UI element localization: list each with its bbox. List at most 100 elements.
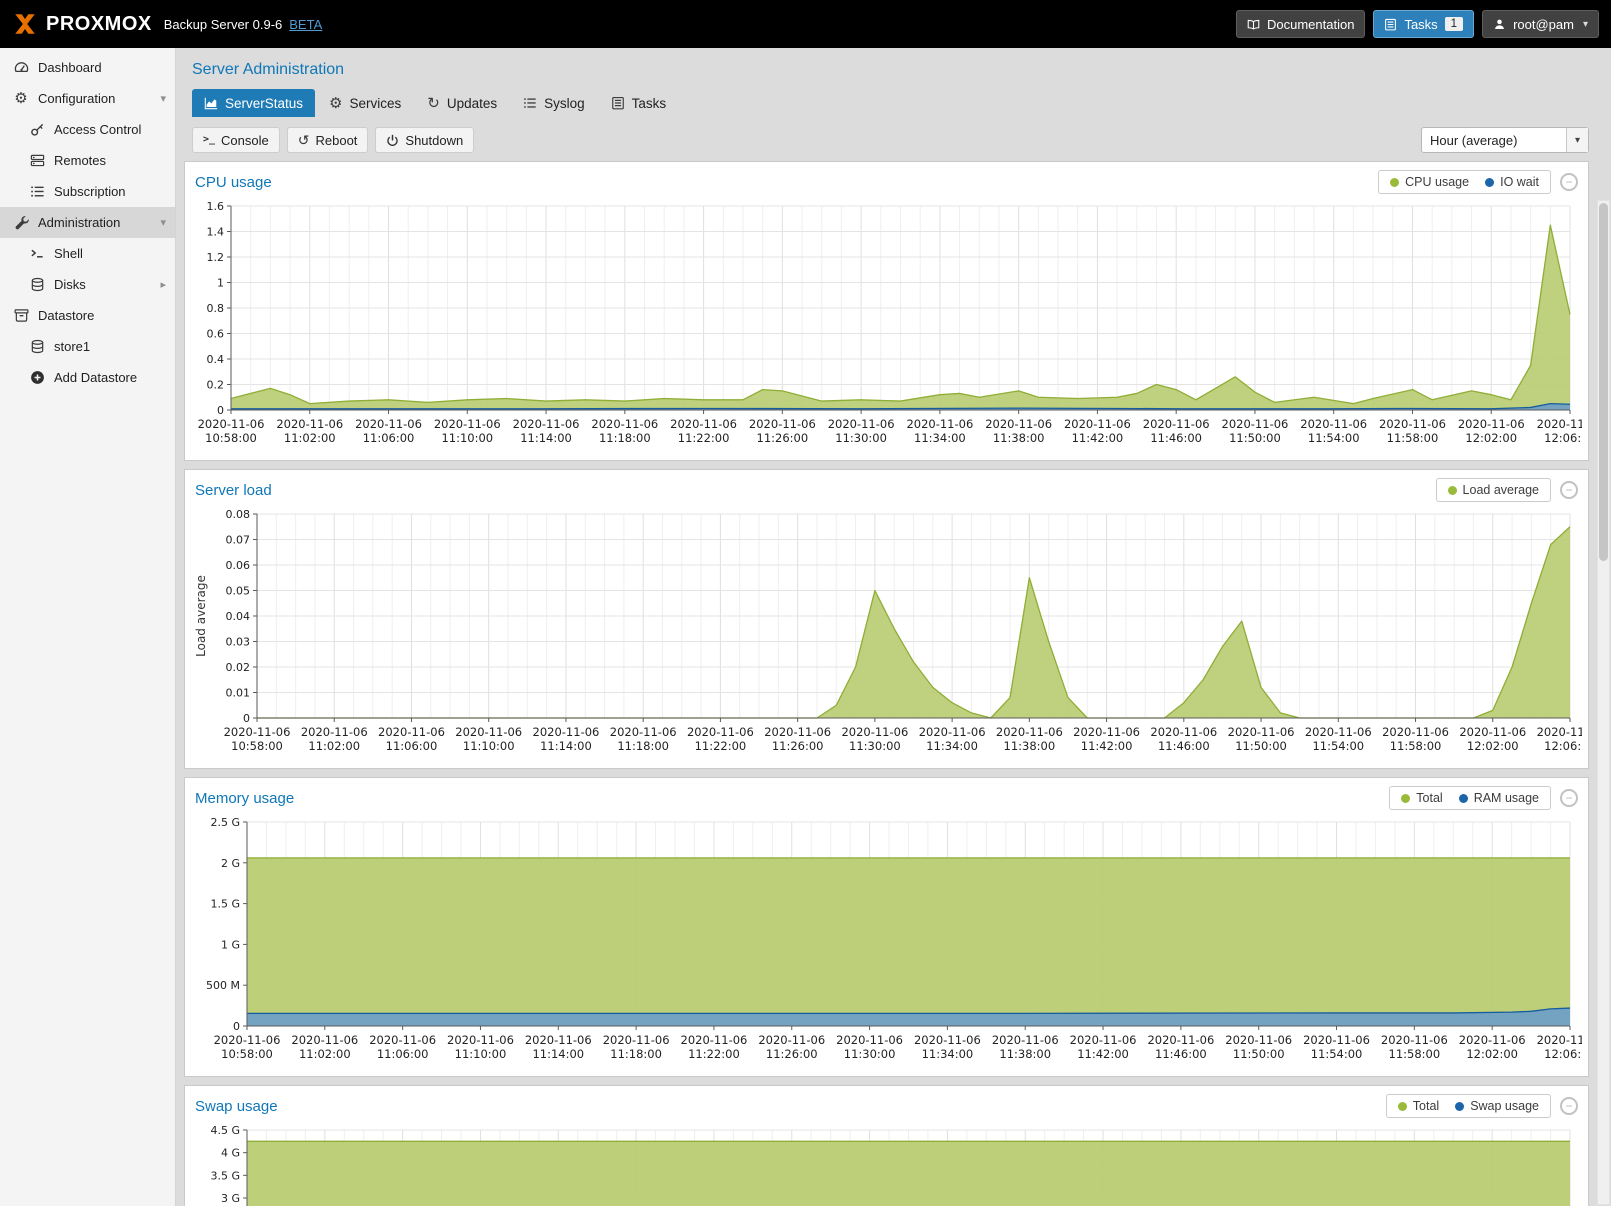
chart-legend: CPU usage IO wait [1378,170,1551,194]
svg-text:2020-11-06: 2020-11-06 [1459,1033,1526,1047]
svg-text:0: 0 [233,1020,240,1033]
svg-text:2020-11-06: 2020-11-06 [224,725,291,739]
svg-text:1: 1 [217,277,224,290]
svg-text:2020-11-06: 2020-11-06 [513,417,580,431]
svg-text:11:18:00: 11:18:00 [599,431,651,445]
svg-text:11:02:00: 11:02:00 [308,739,360,753]
collapse-icon[interactable]: − [1560,173,1578,191]
key-icon [28,122,46,138]
svg-text:0.02: 0.02 [226,661,251,674]
svg-text:11:06:00: 11:06:00 [386,739,438,753]
svg-text:12:02:00: 12:02:00 [1467,739,1519,753]
reboot-button[interactable]: ↺ Reboot [287,127,369,153]
sidebar-item-store1[interactable]: store1 [0,331,175,362]
panel-header: Server load Load average − [185,470,1588,506]
legend-dot [1390,178,1399,187]
sidebar-item-configuration[interactable]: ⚙ Configuration ▾ [0,83,175,114]
svg-text:2020-11-06: 2020-11-06 [985,417,1052,431]
svg-text:2020-11-06: 2020-11-06 [919,725,986,739]
svg-text:0.8: 0.8 [207,302,225,315]
legend-item: IO wait [1485,175,1539,189]
panel-header: CPU usage CPU usage IO wait − [185,162,1588,198]
sidebar-item-remotes[interactable]: Remotes [0,145,175,176]
memory-usage-panel: Memory usage Total RAM usage − 0500 M1 G… [184,777,1589,1077]
svg-text:0.06: 0.06 [226,559,251,572]
tab-syslog[interactable]: Syslog [511,89,597,117]
svg-text:2020-11-06: 2020-11-06 [198,417,265,431]
tab-serverstatus[interactable]: ServerStatus [192,89,315,117]
legend-item: Total [1401,791,1442,805]
svg-text:1.5 G: 1.5 G [210,898,240,911]
vertical-scrollbar[interactable] [1597,200,1610,1205]
scrollbar-thumb[interactable] [1599,203,1608,561]
console-button[interactable]: >_ Console [192,127,280,153]
sidebar-item-add-datastore[interactable]: Add Datastore [0,362,175,393]
svg-text:10:58:00: 10:58:00 [231,739,283,753]
svg-text:11:58:00: 11:58:00 [1387,431,1439,445]
svg-text:2020-11-06: 2020-11-06 [749,417,816,431]
sidebar-item-access-control[interactable]: Access Control [0,114,175,145]
svg-text:2020-11-06: 2020-11-06 [836,1033,903,1047]
chevron-down-icon: ▾ [1566,128,1588,152]
svg-text:11:54:00: 11:54:00 [1312,739,1364,753]
svg-text:10:58:00: 10:58:00 [205,431,257,445]
svg-text:2020-11-06: 2020-11-06 [758,1033,825,1047]
svg-text:2020-11-06: 2020-11-06 [1147,1033,1214,1047]
add-icon [28,370,46,386]
proxmox-logo-icon [12,11,38,37]
collapse-icon[interactable]: − [1560,481,1578,499]
timeframe-select[interactable]: Hour (average) ▾ [1421,127,1589,153]
panel-title: Server load [195,482,1436,499]
collapse-icon[interactable]: − [1560,789,1578,807]
svg-text:11:38:00: 11:38:00 [993,431,1045,445]
svg-text:2020-11-06: 2020-11-06 [1305,725,1372,739]
sidebar-item-administration[interactable]: Administration ▾ [0,207,175,238]
sidebar-item-disks[interactable]: Disks ▸ [0,269,175,300]
charts-container: CPU usage CPU usage IO wait − 00.20.40.6… [184,161,1589,1206]
svg-text:12:06:00: 12:06:00 [1544,1047,1582,1061]
svg-text:2020-11-06: 2020-11-06 [291,1033,358,1047]
svg-text:11:18:00: 11:18:00 [617,739,669,753]
remotes-icon [28,153,46,169]
sidebar-item-dashboard[interactable]: Dashboard [0,52,175,83]
svg-text:11:14:00: 11:14:00 [532,1047,584,1061]
tab-updates[interactable]: ↻ Updates [415,89,509,117]
documentation-button[interactable]: Documentation [1236,10,1365,38]
legend-item: Total [1398,1099,1439,1113]
svg-text:11:42:00: 11:42:00 [1077,1047,1129,1061]
svg-text:11:26:00: 11:26:00 [772,739,824,753]
server-load-panel: Server load Load average − 00.010.020.03… [184,469,1589,769]
tab-tasks[interactable]: Tasks [599,89,679,117]
svg-text:500 M: 500 M [206,979,240,992]
svg-text:2020-11-06: 2020-11-06 [764,725,831,739]
sidebar-item-shell[interactable]: Shell [0,238,175,269]
gauge-icon [12,60,30,76]
disk-icon [28,277,46,293]
power-icon [386,134,399,147]
svg-text:4 G: 4 G [221,1147,240,1160]
sidebar: Dashboard ⚙ Configuration ▾ Access Contr… [0,48,176,1206]
svg-text:2020-11-06: 2020-11-06 [687,725,754,739]
svg-text:4.5 G: 4.5 G [210,1124,240,1137]
user-menu-button[interactable]: root@pam ▾ [1482,10,1599,38]
tasks-button[interactable]: Tasks 1 [1373,10,1474,38]
sidebar-item-subscription[interactable]: Subscription [0,176,175,207]
brand-text: PROXMOX [46,13,152,36]
svg-text:11:42:00: 11:42:00 [1072,431,1124,445]
header-actions: Documentation Tasks 1 root@pam ▾ [1236,10,1599,38]
legend-dot [1401,794,1410,803]
swap-usage-panel: Swap usage Total Swap usage − 0500 M1 G1… [184,1085,1589,1206]
chevron-down-icon: ▾ [160,92,166,105]
tab-services[interactable]: ⚙ Services [317,89,413,117]
svg-text:2020-11-06: 2020-11-06 [1073,725,1140,739]
svg-text:11:50:00: 11:50:00 [1233,1047,1285,1061]
collapse-icon[interactable]: − [1560,1097,1578,1115]
book-icon [1247,18,1260,31]
page-title: Server Administration [192,61,1611,79]
shutdown-button[interactable]: Shutdown [375,127,474,153]
beta-link[interactable]: BETA [289,17,322,32]
cpu-usage-chart: 00.20.40.60.811.21.41.62020-11-0610:58:0… [191,198,1582,456]
legend-item: CPU usage [1390,175,1469,189]
sidebar-item-datastore[interactable]: Datastore [0,300,175,331]
legend-item: Load average [1448,483,1539,497]
